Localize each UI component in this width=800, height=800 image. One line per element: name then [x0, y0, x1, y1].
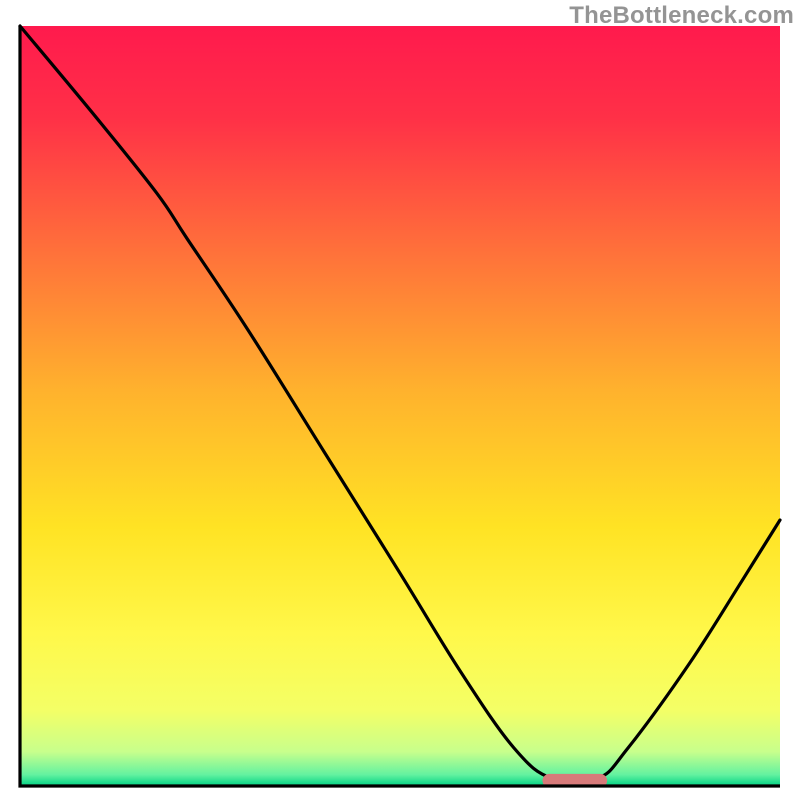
bottleneck-chart [0, 0, 800, 800]
gradient-background [20, 26, 780, 786]
chart-stage: TheBottleneck.com [0, 0, 800, 800]
watermark-text: TheBottleneck.com [569, 2, 794, 30]
plot-group [20, 26, 780, 788]
